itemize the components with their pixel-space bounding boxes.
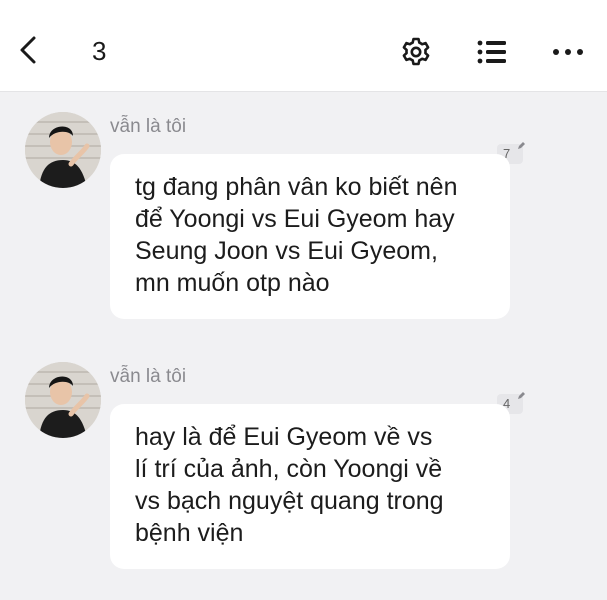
avatar[interactable] <box>25 362 101 438</box>
list-button[interactable] <box>472 32 512 72</box>
settings-button[interactable] <box>396 32 436 72</box>
list-icon <box>477 40 506 64</box>
chevron-left-icon <box>20 36 36 64</box>
message-line: để Yoongi vs Eui Gyeom hay <box>135 205 455 233</box>
message-line: hay là để Eui Gyeom về vs <box>135 423 433 451</box>
message-line: lí trí của ảnh, còn Yoongi về <box>135 455 443 483</box>
message-bubble[interactable]: hay là để Eui Gyeom về vs lí trí của ảnh… <box>110 404 510 569</box>
message-line: vs bạch nguyệt quang trong <box>135 487 444 515</box>
top-bar: 3 <box>0 0 607 92</box>
message-line: bệnh viện <box>135 519 244 547</box>
sender-name: vẫn là tôi <box>110 366 187 387</box>
page-title: 3 <box>92 36 107 66</box>
gear-icon <box>402 37 430 66</box>
message-line: mn muốn otp nào <box>135 269 330 297</box>
avatar-photo <box>25 362 101 438</box>
pencil-icon <box>518 142 525 149</box>
avatar-photo <box>25 112 101 188</box>
avatar[interactable] <box>25 112 101 188</box>
sender-name: vẫn là tôi <box>110 116 187 137</box>
back-button[interactable] <box>10 30 46 70</box>
pencil-icon <box>518 392 525 399</box>
message-line: tg đang phân vân ko biết nên <box>135 173 458 201</box>
more-button[interactable] <box>548 32 588 72</box>
message-bubble[interactable]: tg đang phân vân ko biết nên để Yoongi v… <box>110 154 510 319</box>
message-line: Seung Joon vs Eui Gyeom, <box>135 237 438 265</box>
more-horizontal-icon <box>553 49 583 55</box>
